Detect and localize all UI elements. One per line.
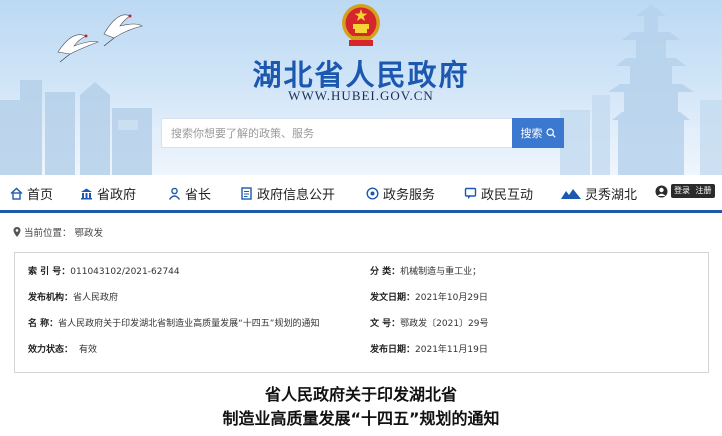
info-row: 名 称：省人民政府关于印发湖北省制造业高质量发展“十四五”规划的通知 文 号：鄂… xyxy=(15,317,708,331)
nav-item-government-info[interactable]: 政府信息公开 xyxy=(240,175,335,211)
breadcrumb-current[interactable]: 鄂政发 xyxy=(75,225,104,239)
user-avatar-icon xyxy=(655,185,668,197)
search-button[interactable]: 搜索 xyxy=(512,118,564,148)
search-button-label: 搜索 xyxy=(520,127,543,140)
national-emblem-icon xyxy=(342,4,380,46)
breadcrumb: 当前位置： 鄂政发 xyxy=(13,225,103,239)
service-icon xyxy=(366,186,379,200)
location-pin-icon xyxy=(13,227,21,237)
user-area: 登录 注册 xyxy=(655,184,715,198)
issue-date-value: 2021年10月29日 xyxy=(415,293,488,303)
login-label: 登录 xyxy=(674,186,690,195)
nav-label-government-info: 政府信息公开 xyxy=(257,187,336,203)
index-value: 011043102/2021-62744 xyxy=(70,267,180,277)
category-value: 机械制造与重工业； xyxy=(400,267,482,277)
publisher-label: 发布机构： xyxy=(28,293,74,303)
info-row: 发布机构：省人民政府 发文日期：2021年10月29日 xyxy=(15,291,708,305)
main-nav: 首页 省政府 省长 政府信息公开 政务服务 政民互动 灵秀湖北 登录 注册 xyxy=(0,175,722,213)
doc-number-label: 文 号： xyxy=(370,319,401,329)
category-label: 分 类： xyxy=(370,267,401,277)
nav-label-public-interaction: 政民互动 xyxy=(481,187,534,203)
info-row: 索 引 号：011043102/2021-62744 分 类：机械制造与重工业； xyxy=(15,265,708,279)
publish-date-label: 发布日期： xyxy=(370,345,416,355)
status-label: 效力状态： xyxy=(28,345,74,355)
info-row: 效力状态： 有效 发布日期：2021年11月19日 xyxy=(15,343,708,357)
site-url: WWW.HUBEI.GOV.CN xyxy=(288,88,434,103)
nav-item-home[interactable]: 首页 xyxy=(10,175,53,211)
article-title-line-1: 省人民政府关于印发湖北省 xyxy=(264,385,457,404)
breadcrumb-prefix: 当前位置： xyxy=(24,228,72,239)
document-icon xyxy=(241,186,252,200)
nav-label-governor: 省长 xyxy=(185,187,212,203)
publisher-value: 省人民政府 xyxy=(73,293,119,303)
search-icon xyxy=(545,128,556,138)
nav-label-province-government: 省政府 xyxy=(97,187,137,203)
issue-date-label: 发文日期： xyxy=(370,293,416,303)
nav-item-province-government[interactable]: 省政府 xyxy=(80,175,136,211)
header-banner: 湖北省人民政府 WWW.HUBEI.GOV.CN 搜索 xyxy=(0,0,722,175)
status-value: 有效 xyxy=(79,345,98,355)
document-info-table: 索 引 号：011043102/2021-62744 分 类：机械制造与重工业；… xyxy=(14,252,709,373)
login-button[interactable]: 登录 注册 xyxy=(671,184,715,198)
chat-icon xyxy=(464,187,477,199)
nav-label-government-service: 政务服务 xyxy=(383,187,436,203)
building-icon xyxy=(81,188,92,199)
home-icon xyxy=(10,187,23,200)
name-label: 名 称： xyxy=(28,319,59,329)
nav-item-public-interaction[interactable]: 政民互动 xyxy=(464,175,533,211)
publish-date-value: 2021年11月19日 xyxy=(415,345,488,355)
nav-item-government-service[interactable]: 政务服务 xyxy=(366,175,435,211)
name-value: 省人民政府关于印发湖北省制造业高质量发展“十四五”规划的通知 xyxy=(58,319,320,329)
search-input[interactable] xyxy=(162,119,512,147)
nav-item-governor[interactable]: 省长 xyxy=(168,175,211,211)
article-title-line-2: 制造业高质量发展“十四五”规划的通知 xyxy=(222,409,500,428)
index-label: 索 引 号： xyxy=(28,267,71,277)
register-label: 注册 xyxy=(695,186,712,195)
doc-number-value: 鄂政发〔2021〕29号 xyxy=(400,319,489,329)
person-icon xyxy=(168,187,181,200)
search-box: 搜索 xyxy=(161,118,564,148)
nav-label-home: 首页 xyxy=(27,187,54,203)
landscape-icon xyxy=(561,188,581,199)
nav-label-scenic-hubei: 灵秀湖北 xyxy=(585,187,638,203)
nav-item-scenic-hubei[interactable]: 灵秀湖北 xyxy=(561,175,637,211)
